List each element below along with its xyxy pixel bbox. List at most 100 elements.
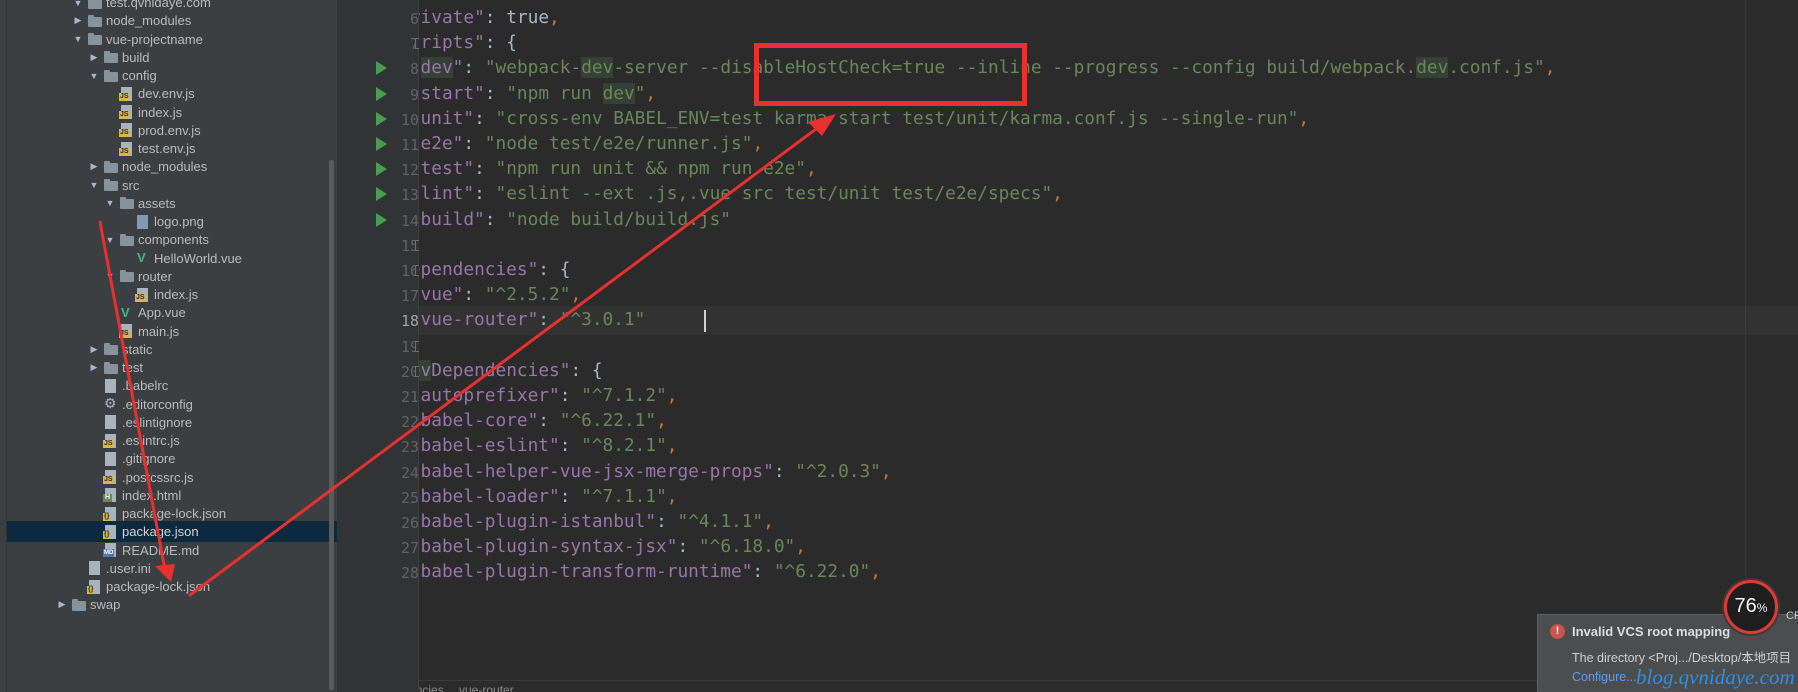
js-file-icon	[103, 470, 119, 484]
expand-arrow-icon[interactable]: ▼	[103, 196, 117, 210]
folder-file-icon	[87, 0, 103, 10]
collapse-arrow-icon	[103, 324, 117, 338]
tree-scrollbar[interactable]	[329, 160, 334, 690]
cpu-gauge-label: CPU	[1786, 610, 1798, 622]
collapse-arrow-icon	[87, 397, 101, 411]
tree-item-label: .eslintrc.js	[122, 433, 180, 448]
vue-file-icon	[135, 250, 151, 265]
expand-arrow-icon[interactable]: ▼	[87, 178, 101, 192]
collapse-arrow-icon	[71, 561, 85, 575]
run-script-icon[interactable]	[376, 162, 387, 177]
tree-item-label: logo.png	[154, 214, 204, 229]
run-script-icon[interactable]	[376, 61, 387, 76]
collapse-arrow-icon	[119, 251, 133, 265]
tree-item-label: index.js	[138, 104, 183, 120]
line-number: 17	[400, 287, 419, 306]
collapse-arrow-icon[interactable]: ▶	[55, 598, 69, 612]
editor-gutter: 6789101112131415161718192021222324252627…	[337, 0, 426, 692]
code-line[interactable]: "build": "node build/build.js"	[419, 205, 731, 234]
tree-item-label: components	[138, 232, 209, 248]
tree-item-label: node_modules	[106, 13, 192, 29]
expand-arrow-icon[interactable]: ▼	[103, 269, 117, 283]
collapse-arrow-icon[interactable]: ▶	[71, 14, 85, 28]
breadcrumb-item[interactable]: dependencies	[419, 683, 444, 692]
vue-file-icon	[119, 305, 135, 320]
tree-item-label: config	[122, 68, 157, 83]
tree-item-label: HelloWorld.vue	[154, 250, 242, 266]
collapse-arrow-icon	[87, 543, 101, 557]
notification-title: Invalid VCS root mapping	[1572, 624, 1731, 639]
txt-file-icon	[103, 378, 119, 393]
collapse-arrow-icon	[87, 507, 101, 521]
tree-item-label: dev.env.js	[138, 86, 195, 102]
line-number: 25	[400, 488, 419, 507]
run-script-icon[interactable]	[376, 86, 387, 101]
collapse-arrow-icon[interactable]: ▶	[87, 361, 101, 375]
js-file-icon	[119, 86, 135, 101]
collapse-arrow-icon[interactable]: ▶	[87, 160, 101, 174]
code-editor[interactable]: "private": true, "scripts": { "dev": "we…	[419, 0, 1798, 692]
js-file-icon	[103, 433, 119, 448]
folder-file-icon	[103, 178, 119, 192]
line-number: 14	[400, 211, 419, 230]
tree-folder[interactable]: ▶ swap	[7, 594, 337, 615]
expand-arrow-icon[interactable]: ▼	[71, 32, 85, 46]
folder-file-icon	[87, 32, 103, 46]
collapse-arrow-icon	[103, 87, 117, 101]
collapse-arrow-icon	[87, 434, 101, 448]
breadcrumb-item[interactable]: vue-router	[459, 683, 514, 692]
txt-file-icon	[103, 415, 119, 430]
json-file-icon	[103, 524, 119, 539]
tree-item-label: test	[122, 360, 143, 375]
txt-file-icon	[103, 451, 119, 466]
code-line[interactable]: "vue-router": "^3.0.1"	[419, 305, 645, 334]
tree-item-label: index.js	[154, 287, 199, 302]
collapse-arrow-icon[interactable]: ▶	[87, 342, 101, 356]
project-tree: ▼ test.qvnidaye.com ▶ node_modules ▼ vue-proj…	[7, 0, 337, 692]
line-number: 8	[409, 60, 419, 79]
folder-file-icon	[119, 269, 135, 283]
tree-item-label: .editorconfig	[122, 396, 193, 412]
expand-arrow-icon[interactable]: ▼	[71, 0, 85, 10]
tree-item-label: .babelrc	[122, 378, 169, 394]
run-script-icon[interactable]	[376, 187, 387, 202]
notification-body: The directory <Proj.../Desktop/本地项目	[1572, 651, 1792, 665]
tree-item-label: swap	[90, 597, 121, 613]
text-caret	[704, 310, 706, 333]
collapse-arrow-icon	[87, 415, 101, 429]
folder-file-icon	[119, 196, 135, 210]
folder-file-icon	[103, 342, 119, 356]
watermark: blog.qvnidaye.com	[1636, 665, 1795, 689]
configure-link[interactable]: Configure...	[1572, 670, 1637, 684]
line-number: 9	[409, 85, 419, 104]
collapse-arrow-icon[interactable]: ▶	[87, 50, 101, 64]
json-file-icon	[87, 579, 103, 594]
tree-item-label: main.js	[138, 323, 180, 339]
line-number: 23	[400, 438, 419, 457]
code-line[interactable]: "babel-plugin-transform-runtime": "^6.22…	[419, 557, 881, 586]
js-file-icon	[119, 141, 135, 156]
collapse-arrow-icon	[87, 379, 101, 393]
tree-item-label: static	[122, 341, 153, 357]
tree-item-label: build	[122, 49, 150, 65]
tree-item-label: App.vue	[138, 305, 186, 321]
folder-file-icon	[103, 69, 119, 83]
gutter-row: 28	[337, 558, 419, 587]
tree-item-label: node_modules	[122, 159, 208, 175]
folder-file-icon	[87, 14, 103, 28]
collapse-arrow-icon	[87, 452, 101, 466]
run-script-icon[interactable]	[376, 212, 387, 227]
collapse-arrow-icon	[87, 470, 101, 484]
line-number: 10	[400, 110, 419, 129]
run-script-icon[interactable]	[376, 137, 387, 151]
annotation-highlight-box	[754, 43, 1027, 106]
html-file-icon	[103, 488, 119, 503]
expand-arrow-icon[interactable]: ▼	[103, 233, 117, 247]
expand-arrow-icon[interactable]: ▼	[87, 69, 101, 83]
collapse-arrow-icon	[119, 288, 133, 302]
line-number: 22	[400, 413, 419, 432]
cpu-gauge-value: 76%	[1734, 595, 1768, 617]
js-file-icon	[119, 123, 135, 138]
line-number: 21	[400, 388, 419, 406]
run-script-icon[interactable]	[376, 111, 387, 126]
